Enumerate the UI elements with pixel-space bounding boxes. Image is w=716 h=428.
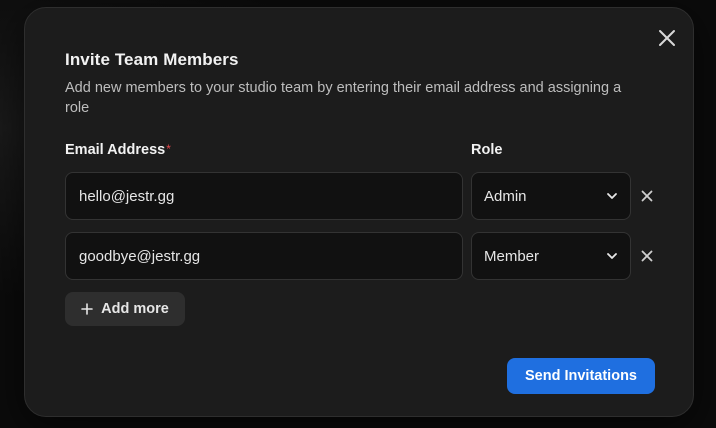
plus-icon [81,303,93,315]
chevron-down-icon [607,253,617,259]
required-marker: * [166,142,171,156]
role-select-value: Member [484,247,540,265]
dialog-subtitle: Add new members to your studio team by e… [65,80,622,116]
email-address-label-text: Email Address [65,142,166,158]
invite-team-members-dialog: Invite Team Members Add new members to y… [24,7,694,417]
close-button[interactable] [655,26,679,50]
remove-row-button[interactable] [639,188,655,204]
send-invitations-button[interactable]: Send Invitations [507,358,655,394]
email-field[interactable]: goodbye@jestr.gg [65,232,463,280]
add-more-button[interactable]: Add more [65,292,185,326]
email-field-value: goodbye@jestr.gg [79,247,201,265]
email-field-value: hello@jestr.gg [79,187,175,205]
remove-row-icon [641,250,653,262]
role-select[interactable]: Admin [471,172,631,220]
chevron-down-icon [607,193,617,199]
role-label: Role [471,142,503,158]
send-invitations-label: Send Invitations [525,368,637,384]
role-select[interactable]: Member [471,232,631,280]
remove-row-button[interactable] [639,248,655,264]
remove-row-icon [641,190,653,202]
add-more-label: Add more [101,301,169,317]
email-field[interactable]: hello@jestr.gg [65,172,463,220]
role-select-value: Admin [484,187,527,205]
close-icon [659,30,675,46]
email-address-label: Email Address* [65,142,171,158]
dialog-title: Invite Team Members [65,50,239,69]
